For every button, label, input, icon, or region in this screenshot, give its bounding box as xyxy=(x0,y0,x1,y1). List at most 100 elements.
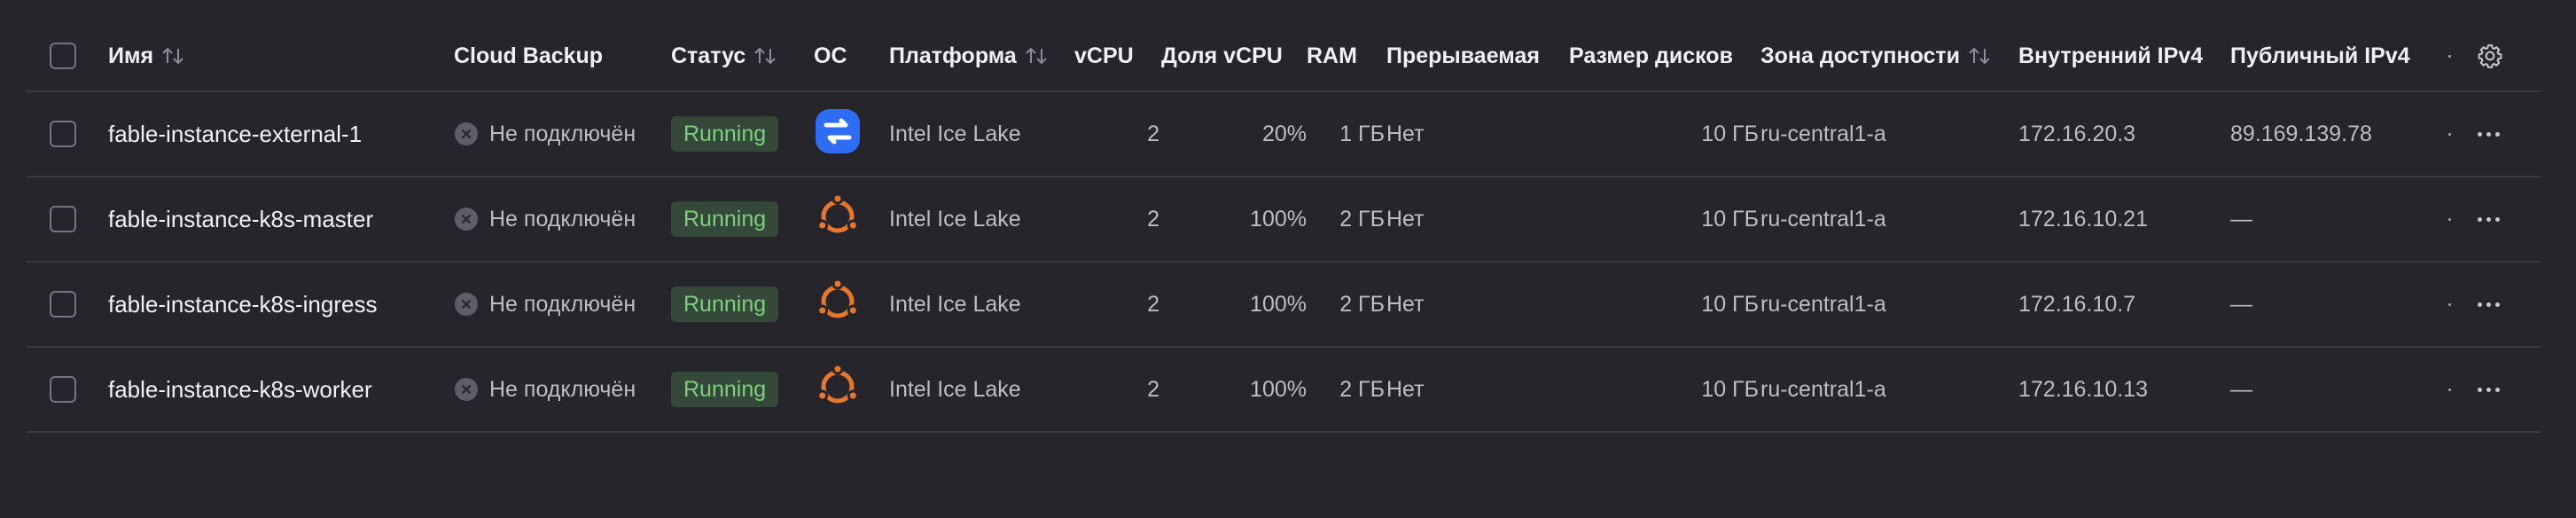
status-cell: Running xyxy=(671,92,779,176)
vcpu-share-cell: 100% xyxy=(1250,206,1307,232)
table-row[interactable]: fable-instance-k8s-master Не подключён R… xyxy=(27,177,2541,263)
column-header-preemptible: Прерываемая xyxy=(1386,21,1540,90)
platform-cell: Intel Ice Lake xyxy=(889,121,1021,146)
column-header-platform[interactable]: Платформа xyxy=(889,21,1049,90)
column-platform-label: Платформа xyxy=(889,43,1017,68)
vcpu-cell: 2 xyxy=(1147,291,1159,317)
backup-cell: Не подключён xyxy=(454,177,636,261)
vcpu-cell: 2 xyxy=(1147,376,1159,402)
select-all-checkbox[interactable] xyxy=(50,43,76,69)
column-header-disk-size: Размер дисков xyxy=(1569,21,1733,90)
row-actions-cell xyxy=(2478,263,2500,346)
public-ipv4-cell: — xyxy=(2230,291,2252,317)
public-ipv4-cell: — xyxy=(2230,206,2252,232)
row-actions-cell xyxy=(2478,92,2500,176)
row-checkbox[interactable] xyxy=(50,206,76,232)
sort-icon[interactable] xyxy=(1967,46,1992,66)
os-cell xyxy=(814,348,862,431)
disk-size-cell: 10 ГБ xyxy=(1701,376,1759,402)
row-select-cell xyxy=(50,92,76,176)
sort-icon[interactable] xyxy=(1024,46,1049,66)
vcpu-cell: 2 xyxy=(1147,121,1159,146)
row-actions-cell xyxy=(2478,177,2500,261)
status-badge: Running xyxy=(671,116,779,152)
row-select-cell xyxy=(50,263,76,346)
table-row[interactable]: fable-instance-k8s-ingress Не подключён … xyxy=(27,263,2541,348)
truncated-column-edge xyxy=(2448,92,2451,176)
platform-cell: Intel Ice Lake xyxy=(889,206,1021,232)
column-public-ipv4-label: Публичный IPv4 xyxy=(2230,43,2410,68)
preemptible-cell: Нет xyxy=(1386,121,1425,146)
truncated-column-marker xyxy=(2448,388,2451,391)
more-actions-icon[interactable] xyxy=(2478,216,2500,222)
truncated-column-edge xyxy=(2448,348,2451,431)
status-badge: Running xyxy=(671,286,779,322)
column-header-internal-ipv4: Внутренний IPv4 xyxy=(2018,21,2203,90)
instance-name[interactable]: fable-instance-k8s-ingress xyxy=(108,263,377,346)
os-cell xyxy=(814,263,862,346)
row-checkbox[interactable] xyxy=(50,376,76,403)
zone-cell: ru-central1-a xyxy=(1760,121,1886,146)
column-ram-label: RAM xyxy=(1307,43,1357,68)
platform-cell: Intel Ice Lake xyxy=(889,291,1021,317)
truncated-column-edge xyxy=(2448,263,2451,346)
table-row[interactable]: fable-instance-external-1 Не подключён R… xyxy=(27,92,2541,177)
internal-ipv4-cell: 172.16.10.13 xyxy=(2018,376,2148,402)
column-header-zone[interactable]: Зона доступности xyxy=(1760,21,1992,90)
sort-icon[interactable] xyxy=(160,46,185,66)
column-zone-label: Зона доступности xyxy=(1760,43,1961,68)
truncated-column-marker xyxy=(2448,302,2451,306)
backup-status: Не подключён xyxy=(489,121,636,146)
not-connected-icon xyxy=(454,207,479,232)
settings-cell xyxy=(2477,21,2503,90)
not-connected-icon xyxy=(454,122,479,146)
internal-ipv4-cell: 172.16.10.7 xyxy=(2018,291,2136,317)
instance-name[interactable]: fable-instance-k8s-worker xyxy=(108,348,372,431)
more-actions-icon[interactable] xyxy=(2478,302,2500,307)
instances-table: Имя Cloud Backup Статус ОС Платформа vCP… xyxy=(27,0,2541,518)
column-header-ram: RAM xyxy=(1307,21,1357,90)
blue-os-icon xyxy=(814,107,862,161)
table-header: Имя Cloud Backup Статус ОС Платформа vCP… xyxy=(27,21,2541,92)
ram-cell: 1 ГБ xyxy=(1339,121,1385,146)
table-row[interactable]: fable-instance-k8s-worker Не подключён R… xyxy=(27,348,2541,433)
preemptible-cell: Нет xyxy=(1386,206,1425,232)
os-cell xyxy=(814,92,862,176)
truncated-column-edge xyxy=(2448,177,2451,261)
backup-status: Не подключён xyxy=(489,376,636,402)
not-connected-icon xyxy=(454,292,479,317)
instance-name[interactable]: fable-instance-k8s-master xyxy=(108,177,373,261)
column-preemptible-label: Прерываемая xyxy=(1386,43,1540,68)
column-header-vcpu: vCPU xyxy=(1074,21,1134,90)
column-header-name[interactable]: Имя xyxy=(108,21,185,90)
status-badge: Running xyxy=(671,372,779,407)
column-header-status[interactable]: Статус xyxy=(671,21,777,90)
zone-cell: ru-central1-a xyxy=(1760,291,1886,317)
row-checkbox[interactable] xyxy=(50,121,76,147)
disk-size-cell: 10 ГБ xyxy=(1701,206,1759,232)
ubuntu-icon xyxy=(814,278,862,332)
instance-name[interactable]: fable-instance-external-1 xyxy=(108,92,362,176)
disk-size-cell: 10 ГБ xyxy=(1701,291,1759,317)
status-cell: Running xyxy=(671,348,779,431)
backup-status: Не подключён xyxy=(489,291,636,317)
column-header-public-ipv4: Публичный IPv4 xyxy=(2230,21,2410,90)
vcpu-share-cell: 100% xyxy=(1250,291,1307,317)
column-os-label: ОС xyxy=(814,43,847,68)
ubuntu-icon xyxy=(814,192,862,247)
disk-size-cell: 10 ГБ xyxy=(1701,121,1759,146)
more-actions-icon[interactable] xyxy=(2478,131,2500,137)
backup-cell: Не подключён xyxy=(454,92,636,176)
truncated-column-marker xyxy=(2448,54,2451,58)
os-cell xyxy=(814,177,862,261)
column-backup-label: Cloud Backup xyxy=(454,43,604,68)
row-select-cell xyxy=(50,177,76,261)
truncated-column-edge xyxy=(2448,21,2451,90)
status-cell: Running xyxy=(671,177,779,261)
row-checkbox[interactable] xyxy=(50,291,76,318)
gear-icon[interactable] xyxy=(2477,43,2503,69)
backup-status: Не подключён xyxy=(489,206,636,232)
row-actions-cell xyxy=(2478,348,2500,431)
sort-icon[interactable] xyxy=(753,46,777,66)
more-actions-icon[interactable] xyxy=(2478,387,2500,392)
